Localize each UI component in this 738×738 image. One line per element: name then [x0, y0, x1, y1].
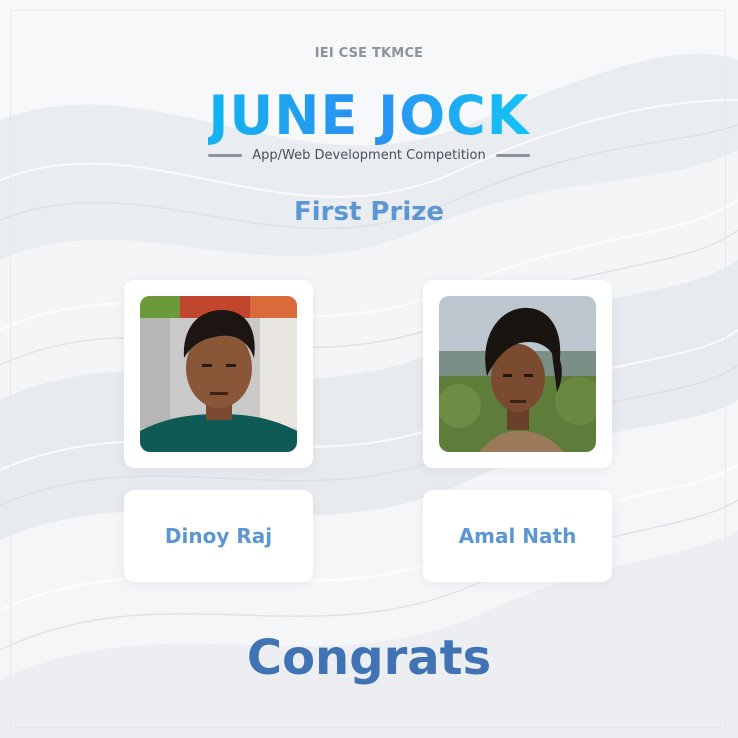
person-photo-icon: [140, 296, 297, 452]
person-photo-icon: [439, 296, 596, 452]
event-subtitle: App/Web Development Competition: [252, 148, 486, 163]
right-divider: [495, 154, 530, 157]
winner-photo-card: [423, 280, 612, 468]
congrats-message: Congrats: [246, 630, 492, 686]
prize-label: First Prize: [293, 197, 444, 227]
left-divider: [208, 154, 243, 157]
event-title: JUNE JOCK: [0, 86, 738, 146]
winner-photo-card: [124, 280, 313, 468]
winner-name: Amal Nath: [458, 524, 577, 548]
subtitle-row: App/Web Development Competition: [0, 148, 738, 163]
winner-name-card: Amal Nath: [423, 490, 612, 582]
winner-name-card: Dinoy Raj: [124, 490, 313, 582]
event-title-text: JUNE JOCK: [208, 84, 530, 147]
winner-name: Dinoy Raj: [164, 524, 273, 548]
poster: IEI CSE TKMCE JUNE JOCK App/Web Developm…: [0, 0, 738, 738]
organization-label: IEI CSE TKMCE: [314, 46, 424, 61]
